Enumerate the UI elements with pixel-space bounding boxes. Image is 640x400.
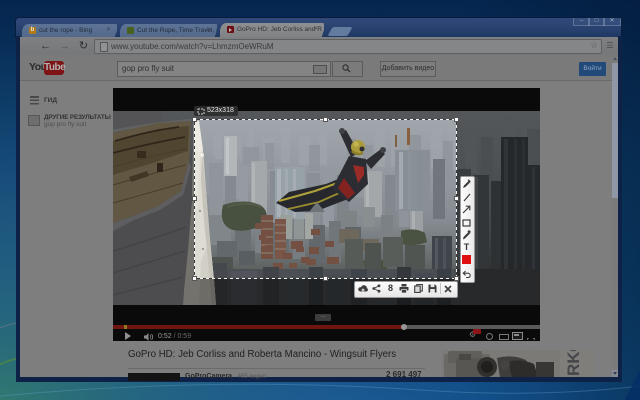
svg-text:RK®: RK® xyxy=(564,350,583,376)
